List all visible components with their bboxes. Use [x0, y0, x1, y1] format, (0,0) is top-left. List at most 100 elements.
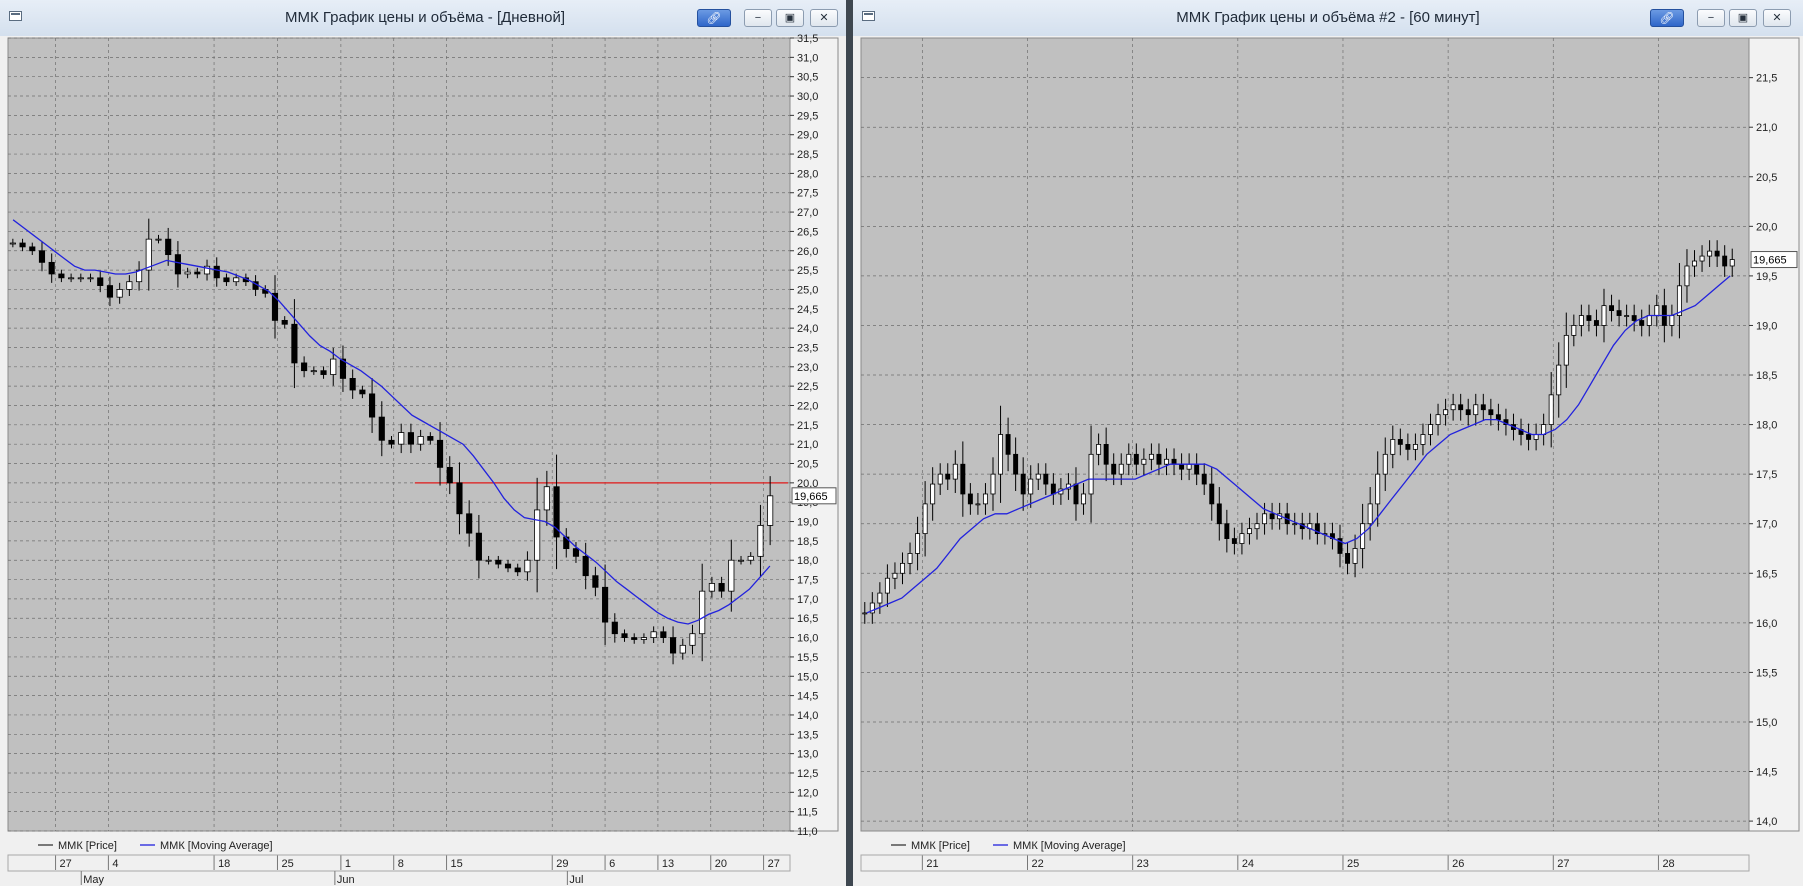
price-chart-daily[interactable]: 31,5 31,0 30,5 30,0 29,5 29,0 28,5 28,0 27,5 27,0…: [0, 0, 851, 886]
candle-body: [1375, 473, 1381, 505]
y-tick-label: 28,0: [797, 168, 818, 180]
candle-body: [1450, 404, 1456, 411]
candle-body: [1631, 315, 1637, 321]
x-tick-label: 23: [1137, 858, 1149, 870]
plot-area: [860, 37, 1750, 832]
y-tick-label: 30,5: [797, 72, 818, 84]
x-tick-label: 22: [1032, 858, 1044, 870]
candle-body: [48, 261, 55, 275]
y-tick-label: 16,5: [797, 613, 818, 625]
candle-body: [1609, 305, 1615, 311]
x-tick-label: 20: [715, 858, 727, 870]
candle-body: [369, 393, 376, 418]
y-tick-label: 30,0: [797, 91, 818, 103]
x-tick-label: 27: [60, 858, 72, 870]
y-tick-label: 14,0: [797, 710, 818, 722]
candle-body: [892, 572, 898, 579]
candle-body: [650, 631, 657, 638]
candle-body: [930, 483, 936, 505]
candle-body: [398, 432, 405, 445]
x-tick-label: 27: [1557, 858, 1569, 870]
candle-body: [106, 285, 114, 298]
candle-body: [543, 486, 550, 511]
candle-body: [592, 575, 599, 588]
candle-body: [877, 592, 883, 604]
candle-body: [640, 637, 648, 640]
candle-body: [699, 590, 706, 635]
candle-body: [213, 265, 220, 279]
candle-body: [330, 358, 337, 375]
y-tick-label: 26,0: [797, 246, 818, 258]
candle-body: [1488, 409, 1494, 416]
y-axis-panel: [1748, 37, 1800, 832]
candle-body: [1382, 453, 1388, 475]
candle-body: [718, 583, 725, 592]
candle-body: [747, 555, 754, 561]
x-tick-label: 1: [345, 858, 351, 870]
x-tick-label: 24: [1242, 858, 1254, 870]
candle-body: [1646, 315, 1652, 326]
candle-body: [982, 493, 988, 505]
y-tick-label: 21,5: [797, 420, 818, 432]
candle-body: [1118, 463, 1124, 475]
candle-body: [475, 532, 482, 561]
candle-body: [427, 436, 434, 441]
candle-body: [1345, 553, 1351, 564]
y-tick-label: 20,5: [1756, 172, 1777, 184]
y-tick-label: 25,5: [797, 265, 818, 277]
y-tick-label: 25,0: [797, 284, 818, 296]
y-tick-label: 14,5: [797, 691, 818, 703]
candle-body: [1081, 493, 1086, 505]
candle-body: [1171, 458, 1177, 465]
candle-body: [116, 289, 123, 298]
y-tick-label: 15,5: [797, 652, 818, 664]
candle-body: [291, 323, 298, 364]
y-tick-label: 27,0: [797, 207, 818, 219]
y-tick-label: 11,5: [797, 807, 818, 819]
candle-body: [310, 370, 317, 373]
candle-body: [1216, 503, 1222, 525]
candle-body: [1111, 463, 1117, 475]
candle-body: [737, 559, 745, 562]
y-tick-label: 21,5: [1756, 73, 1777, 85]
x-tick-label: 13: [662, 858, 674, 870]
candle-body: [1224, 523, 1230, 539]
candle-body: [38, 250, 46, 263]
candle-body: [174, 254, 181, 275]
candle-body: [446, 466, 453, 484]
candle-body: [1624, 315, 1630, 317]
y-tick-label: 18,5: [1756, 370, 1777, 382]
candle-body: [907, 553, 913, 564]
x-tick-label: 18: [218, 858, 230, 870]
candle-body: [233, 277, 240, 283]
candle-body: [937, 473, 943, 485]
candle-body: [514, 567, 521, 573]
y-tick-label: 12,5: [797, 768, 818, 780]
candle-body: [1405, 444, 1411, 450]
y-tick-label: 17,5: [1756, 469, 1777, 481]
y-tick-label: 15,0: [797, 671, 818, 683]
candle-body: [1194, 463, 1200, 475]
candle-body: [1269, 513, 1275, 520]
price-chart-hourly[interactable]: 21,5 21,0 20,5 20,0 19,5 19,0 18,5 18,0 17,5 17,0…: [853, 0, 1803, 886]
candle-body: [1428, 424, 1433, 435]
y-tick-label: 21,0: [1756, 122, 1777, 134]
candle-body: [1164, 458, 1169, 465]
y-tick-label: 18,0: [1756, 420, 1777, 432]
candle-body: [1541, 424, 1547, 435]
candle-body: [1556, 364, 1562, 396]
y-tick-label: 14,5: [1756, 767, 1777, 779]
y-tick-label: 19,5: [1756, 271, 1777, 283]
candle-body: [1209, 483, 1215, 505]
candle-body: [534, 509, 541, 561]
candle-body: [1714, 250, 1720, 257]
candle-body: [621, 633, 628, 638]
candle-body: [1133, 453, 1139, 465]
x-tick-label: 26: [1452, 858, 1464, 870]
candle-body: [417, 436, 424, 445]
y-tick-label: 29,0: [797, 130, 818, 142]
y-tick-label: 17,0: [797, 594, 818, 606]
candle-body: [388, 439, 395, 445]
candle-body: [1699, 255, 1705, 262]
candle-body: [757, 525, 764, 557]
